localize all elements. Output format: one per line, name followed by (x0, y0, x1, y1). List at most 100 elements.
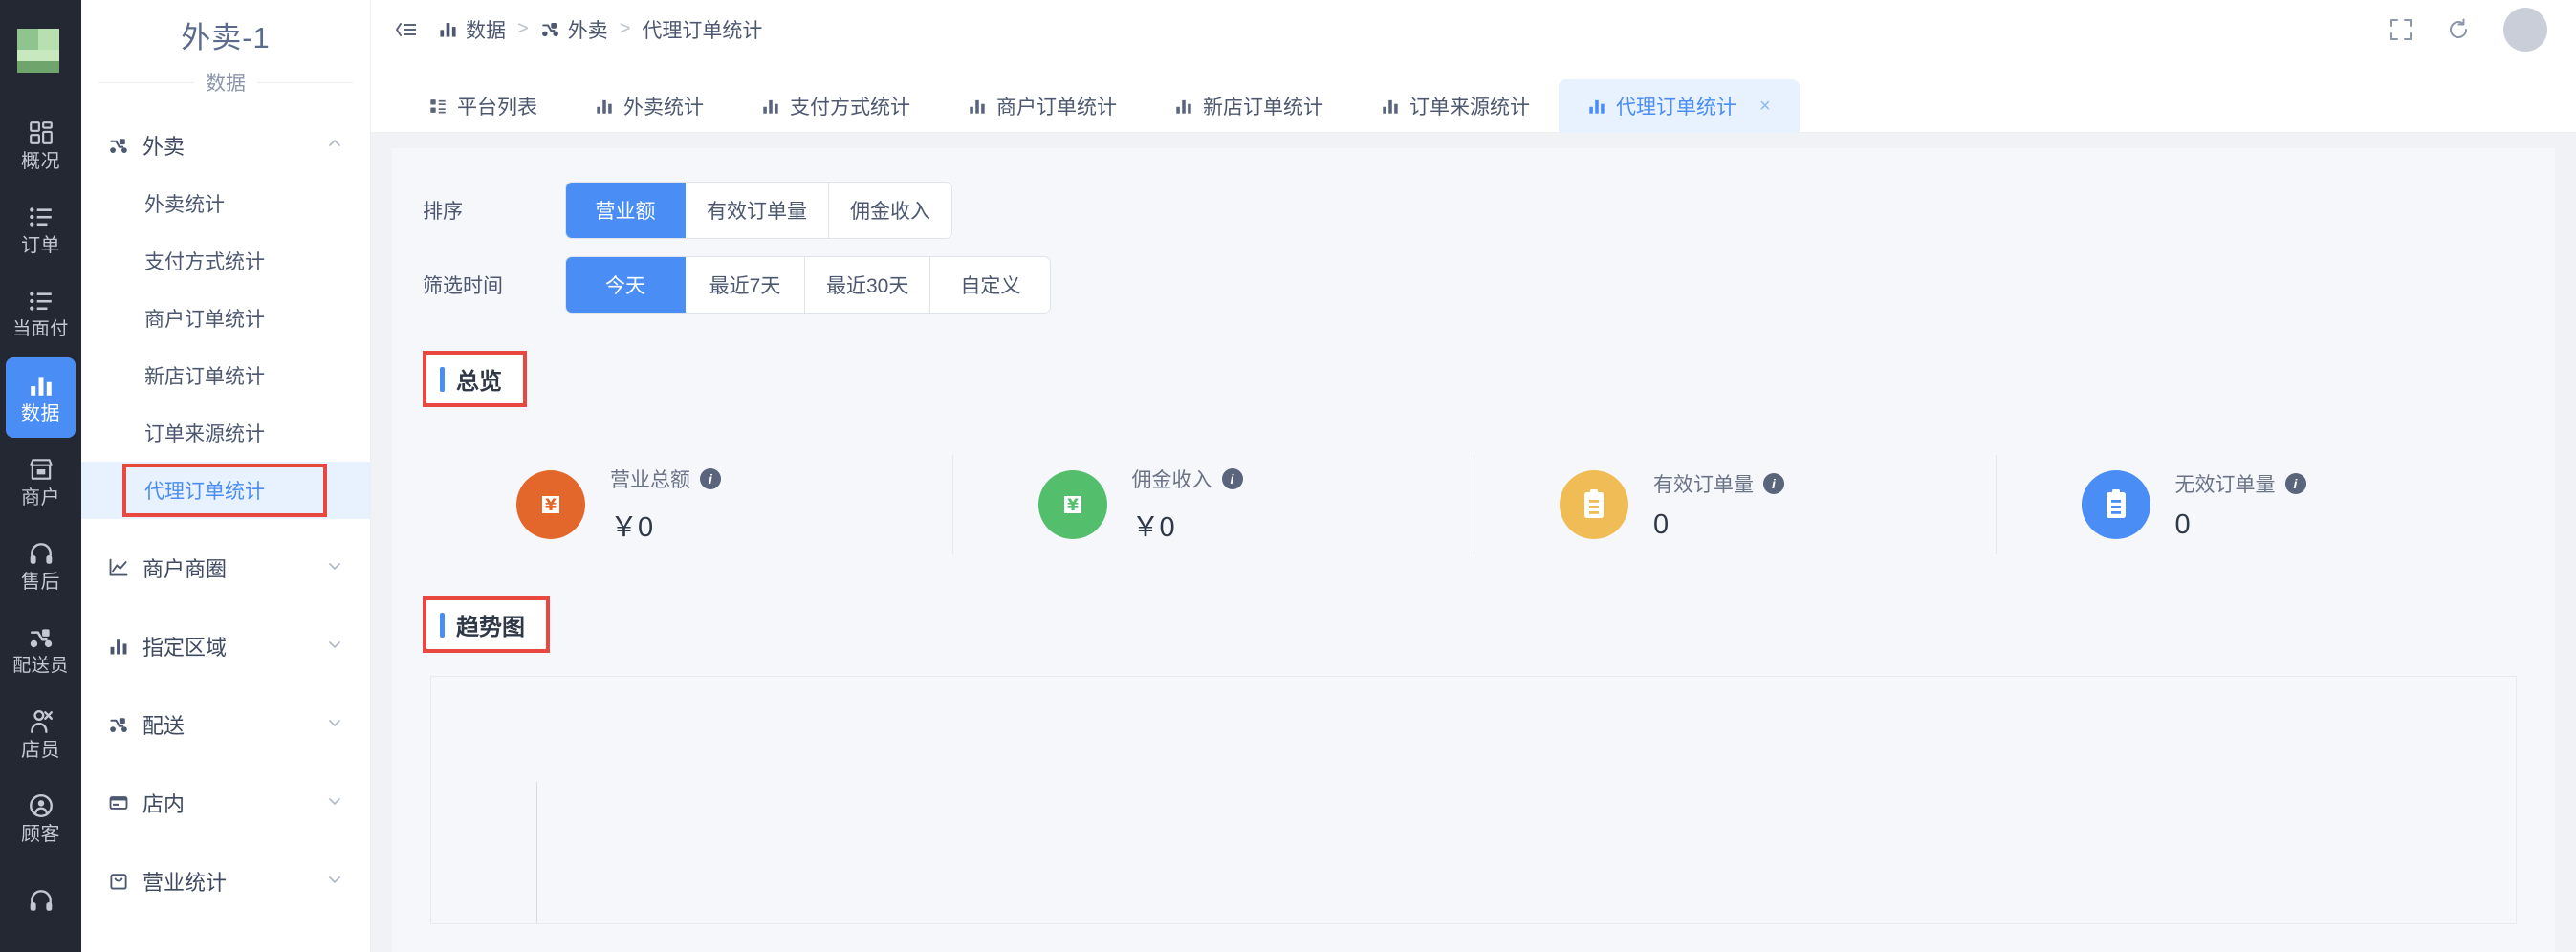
option-营业额[interactable]: 营业额 (566, 183, 686, 238)
sidebar-item-label: 外卖统计 (144, 194, 225, 216)
side-menu-group-配送: 配送 (81, 695, 370, 754)
sidebar-item-代理订单统计[interactable]: 代理订单统计 (81, 462, 370, 519)
option-自定义[interactable]: 自定义 (930, 257, 1051, 313)
side-menu-group-header[interactable]: 配送 (81, 695, 370, 754)
chevron-up-icon[interactable] (326, 135, 343, 157)
tab-label: 平台列表 (457, 97, 537, 119)
dashboard-icon (28, 119, 55, 147)
stat-cards: ¥ 营业总额 i ￥0 ¥ 佣金收入 i ￥0 有效订单量 i 0 无效订单量 i 0 (392, 442, 2555, 568)
sidebar-item-支付方式统计[interactable]: 支付方式统计 (81, 232, 370, 290)
sidebar-item-订单来源统计[interactable]: 订单来源统计 (81, 404, 370, 462)
close-icon[interactable]: × (1759, 96, 1771, 118)
logo-icon (16, 29, 59, 73)
rail-item-店员[interactable]: 店员 (6, 694, 76, 774)
overview-section-header-wrap: 总览 (392, 351, 2555, 407)
sidebar-item-外卖统计[interactable]: 外卖统计 (81, 175, 370, 232)
scooter-icon (28, 623, 55, 652)
breadcrumb-item-外卖[interactable]: 外卖 (540, 15, 608, 44)
tab-新店订单统计[interactable]: 新店订单统计 (1146, 79, 1352, 133)
rail-item-顾客[interactable]: 顾客 (6, 778, 76, 858)
divider-right (257, 81, 353, 83)
clipboard-icon (1560, 470, 1628, 539)
breadcrumb-item-数据[interactable]: 数据 (438, 15, 506, 44)
tab-订单来源统计[interactable]: 订单来源统计 (1352, 79, 1559, 133)
sidebar-item-商户订单统计[interactable]: 商户订单统计 (81, 290, 370, 347)
trend-section-header-wrap: 趋势图 (392, 596, 2555, 653)
rail-item-label: 数据 (21, 402, 60, 424)
option-今天[interactable]: 今天 (566, 257, 686, 313)
rail-item-售后[interactable]: 售后 (6, 526, 76, 606)
overview-section-highlight: 总览 (423, 351, 527, 407)
card-icon (106, 792, 131, 813)
sidebar-item-label: 新店订单统计 (144, 366, 265, 388)
trend-section-highlight: 趋势图 (423, 596, 550, 653)
chevron-down-icon[interactable] (326, 714, 343, 736)
divider-left (98, 81, 194, 83)
side-menu-group-label: 营业统计 (142, 871, 228, 895)
refresh-icon[interactable] (2446, 17, 2471, 42)
tab-label: 商户订单统计 (996, 97, 1117, 119)
rail-item-label: 顾客 (21, 823, 60, 845)
option-佣金收入[interactable]: 佣金收入 (829, 183, 951, 238)
side-menu-group-外卖: 外卖外卖统计支付方式统计商户订单统计新店订单统计订单来源统计 代理订单统计 (81, 116, 370, 519)
chevron-down-icon[interactable] (326, 792, 343, 814)
bar-chart-icon (28, 371, 55, 400)
rail-item-商户[interactable]: 商户 (6, 442, 76, 522)
option-最近7天[interactable]: 最近7天 (686, 257, 805, 313)
stat-card-value: ￥0 (1131, 512, 1175, 543)
breadcrumb-item-代理订单统计[interactable]: 代理订单统计 (642, 15, 762, 44)
tab-平台列表[interactable]: 平台列表 (400, 79, 566, 133)
stat-card-header: 佣金收入 i (1132, 465, 1243, 493)
rail-item-当面付[interactable]: 当面付 (6, 273, 76, 354)
stat-card-header: 有效订单量 i (1653, 469, 1784, 498)
tab-支付方式统计[interactable]: 支付方式统计 (732, 79, 939, 133)
info-icon[interactable]: i (2284, 472, 2306, 494)
fullscreen-icon[interactable] (2389, 17, 2413, 42)
info-icon[interactable]: i (1763, 472, 1784, 494)
side-menu-group-header[interactable]: 外卖 (81, 116, 370, 175)
rail-item-配送员[interactable]: 配送员 (6, 610, 76, 690)
sidebar-item-label: 支付方式统计 (144, 251, 265, 273)
side-menu-group-header[interactable]: 指定区域 (81, 617, 370, 676)
stat-card-header: 无效订单量 i (2175, 469, 2306, 498)
rail-item-label: 当面付 (12, 319, 69, 340)
table-icon (428, 97, 448, 116)
side-menu-title-text: 外卖-1 (181, 21, 271, 54)
side-menu: 外卖-1 数据 外卖 外卖统计 支付方式统计 商户订单统计 新店订单统计 订单来源统计 代理… (81, 0, 371, 952)
line-chart-icon (106, 557, 131, 578)
rail-item-label: 商户 (21, 487, 60, 508)
sidebar-item-新店订单统计[interactable]: 新店订单统计 (81, 347, 370, 404)
customer-icon (28, 791, 55, 820)
tab-代理订单统计[interactable]: 代理订单统计 × (1559, 79, 1800, 133)
option-有效订单量[interactable]: 有效订单量 (686, 183, 829, 238)
avatar[interactable] (2503, 7, 2547, 52)
stat-card-label: 有效订单量 (1653, 473, 1754, 496)
side-menu-group-label: 商户商圈 (142, 557, 228, 581)
side-menu-group-header[interactable]: 商户商圈 (81, 538, 370, 597)
rail-item-数据[interactable]: 数据 (6, 357, 76, 438)
rail-item-概况[interactable]: 概况 (6, 105, 76, 185)
collapse-menu-icon[interactable] (394, 20, 417, 39)
chevron-down-icon[interactable] (326, 636, 343, 658)
headset-icon (28, 539, 55, 568)
rail-item-label: 售后 (21, 571, 60, 593)
tab-外卖统计[interactable]: 外卖统计 (566, 79, 732, 133)
side-menu-group-header[interactable]: 店内 (81, 773, 370, 833)
box-icon (106, 871, 131, 892)
info-icon[interactable]: i (700, 468, 721, 489)
rail-item-订单[interactable]: 订单 (6, 189, 76, 270)
chevron-down-icon[interactable] (326, 557, 343, 579)
tab-商户订单统计[interactable]: 商户订单统计 (939, 79, 1146, 133)
trend-section-title-text: 趋势图 (456, 615, 525, 640)
stat-card-value: ￥0 (610, 512, 654, 543)
stat-card-body: 佣金收入 i ￥0 (1132, 465, 1243, 545)
breadcrumb-item-label: 代理订单统计 (642, 19, 763, 42)
side-menu-group-header[interactable]: 营业统计 (81, 852, 370, 911)
info-icon[interactable]: i (1221, 468, 1243, 489)
rail-item-headset-icon[interactable] (6, 862, 76, 942)
side-menu-group-店内: 店内 (81, 773, 370, 833)
option-最近30天[interactable]: 最近30天 (805, 257, 931, 313)
chevron-down-icon[interactable] (326, 871, 343, 893)
app-logo[interactable] (0, 0, 81, 105)
bar-chart-icon (968, 97, 987, 116)
